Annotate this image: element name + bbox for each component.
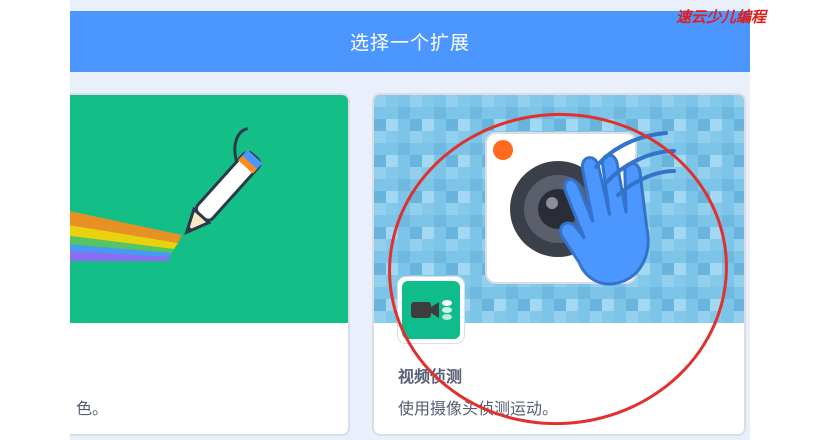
pen-card-description: 色。 [76, 399, 109, 418]
video-sensing-title: 视频侦测 [398, 367, 463, 386]
dialog-title: 选择一个扩展 [349, 32, 470, 54]
extension-card-video-sensing[interactable]: 视频侦测 使用摄像头侦测运动。 [372, 93, 746, 436]
pen-icon [70, 127, 263, 261]
pen-hero-image [70, 95, 348, 323]
video-sensing-extension-icon [398, 277, 464, 343]
extension-library-dialog: 选择一个扩展 色。 视频侦测 使用摄像头侦测运动。 [70, 0, 750, 440]
dialog-header: 选择一个扩展 [70, 11, 750, 72]
watermark-logo: 速云少儿编程 [676, 8, 767, 26]
video-sensing-description: 使用摄像头侦测运动。 [398, 399, 559, 418]
extension-card-pen[interactable]: 色。 [70, 93, 350, 436]
video-sensing-icon [411, 300, 452, 320]
